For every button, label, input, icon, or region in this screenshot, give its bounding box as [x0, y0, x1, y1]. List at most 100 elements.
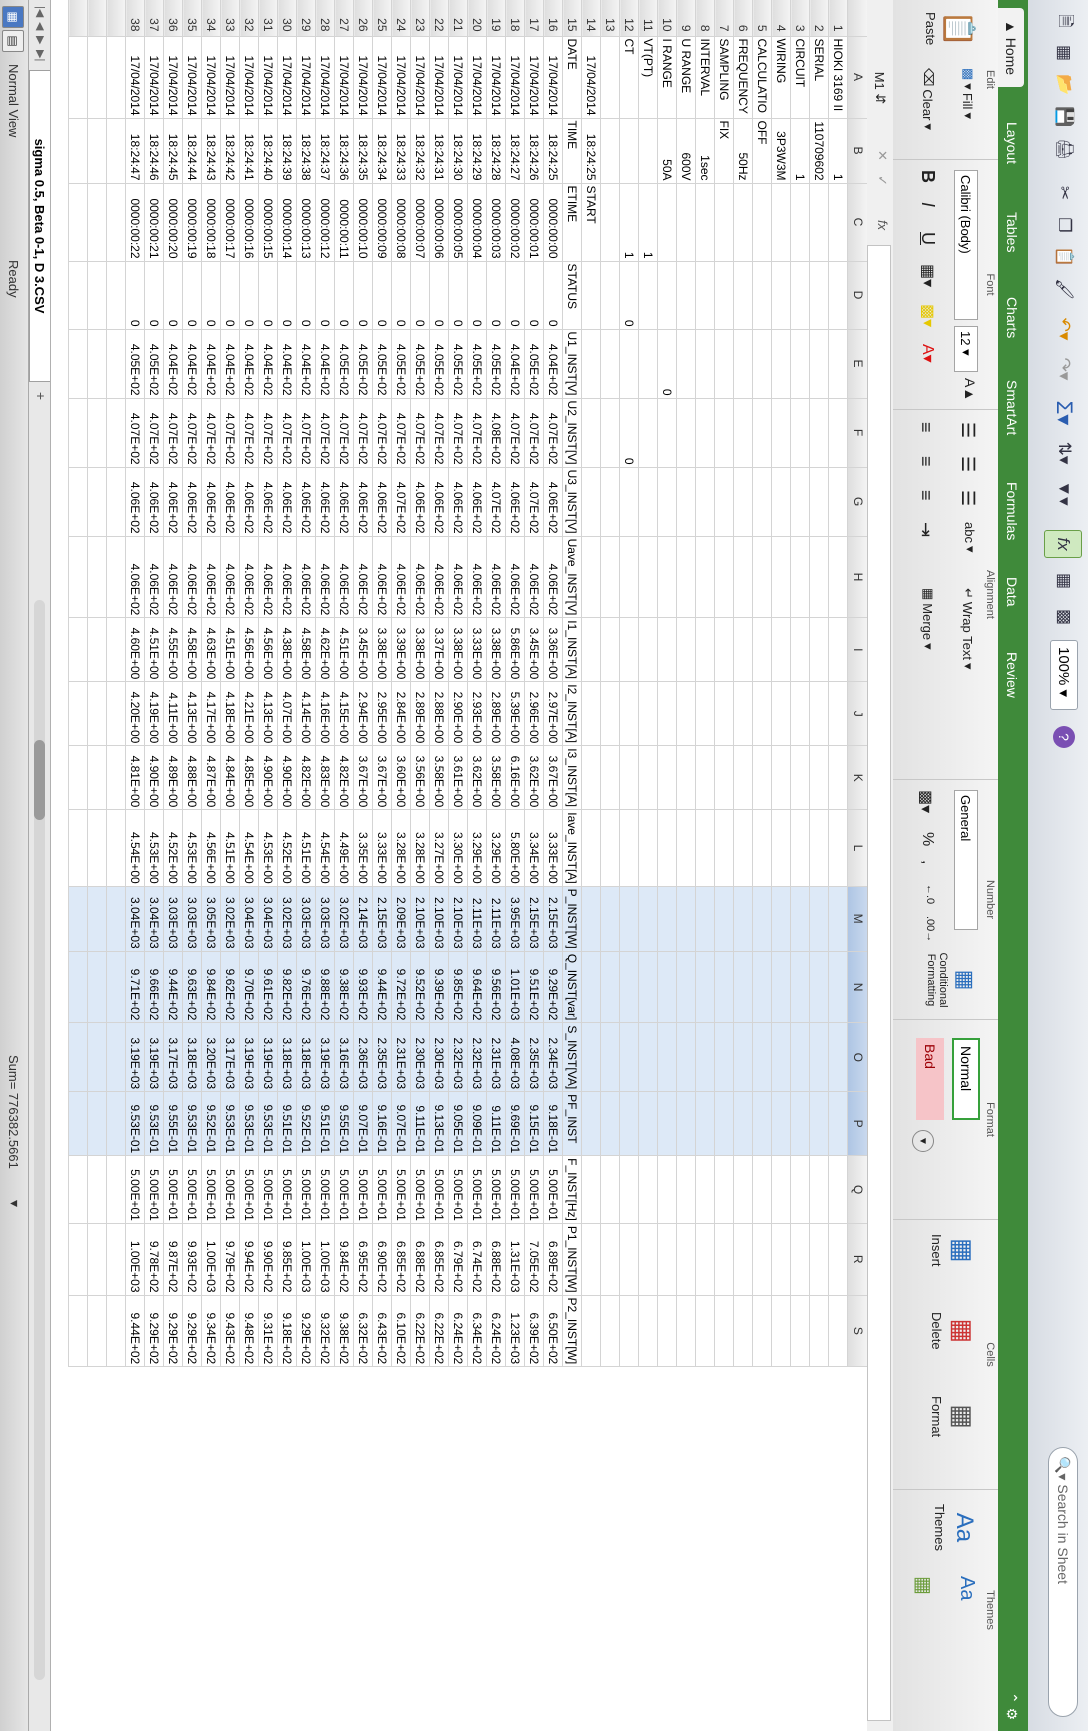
- cell[interactable]: [582, 951, 601, 1023]
- cell[interactable]: 6.88E+02: [411, 1223, 430, 1296]
- row-header[interactable]: 17: [525, 0, 544, 36]
- cell[interactable]: [677, 809, 696, 887]
- cell[interactable]: DATE: [563, 36, 582, 118]
- cell[interactable]: 4.87E+00: [202, 745, 221, 810]
- cell[interactable]: 4.38E+00: [278, 617, 297, 682]
- cell[interactable]: 9.64E+02: [468, 951, 487, 1023]
- cell[interactable]: [107, 1091, 126, 1156]
- cell[interactable]: [772, 398, 791, 468]
- cell[interactable]: 9.85E+02: [449, 951, 468, 1023]
- gallery-icon[interactable]: ▦: [1046, 568, 1082, 594]
- cell[interactable]: 0000:00:10: [354, 183, 373, 261]
- cell[interactable]: 4.90E+00: [259, 745, 278, 810]
- cell[interactable]: SAMPLING: [715, 36, 734, 118]
- cell[interactable]: [829, 681, 848, 746]
- cell[interactable]: 4.90E+00: [278, 745, 297, 810]
- cell[interactable]: 4.54E+00: [126, 809, 145, 887]
- cell[interactable]: [88, 536, 107, 618]
- cell[interactable]: 3.19E+03: [240, 1022, 259, 1092]
- row-header[interactable]: 32: [240, 0, 259, 36]
- cell[interactable]: 2.84E+00: [392, 681, 411, 746]
- cell[interactable]: 2.09E+03: [392, 886, 411, 952]
- cell[interactable]: [810, 1022, 829, 1092]
- cell[interactable]: 1: [791, 118, 810, 183]
- cell[interactable]: [810, 261, 829, 329]
- cell[interactable]: [88, 617, 107, 682]
- cell[interactable]: 17/04/2014: [221, 36, 240, 118]
- cell[interactable]: 18:24:47: [126, 118, 145, 183]
- sort-icon[interactable]: ⇅▾: [1046, 440, 1082, 466]
- cell[interactable]: 4.06E+02: [354, 467, 373, 537]
- function-icon[interactable]: fx: [1044, 530, 1082, 558]
- cell[interactable]: [696, 681, 715, 746]
- column-header[interactable]: F: [848, 398, 867, 468]
- cell[interactable]: [677, 183, 696, 261]
- cell[interactable]: 4.54E+00: [316, 809, 335, 887]
- cell[interactable]: 0: [373, 261, 392, 329]
- cell[interactable]: 2.89E+00: [487, 681, 506, 746]
- cell[interactable]: [639, 951, 658, 1023]
- increase-font-icon[interactable]: A▲: [962, 378, 978, 401]
- cell[interactable]: 2.36E+03: [354, 1022, 373, 1092]
- cell[interactable]: [69, 745, 88, 810]
- cell[interactable]: [753, 617, 772, 682]
- cell[interactable]: 9.29E+02: [297, 1295, 316, 1367]
- cell[interactable]: [601, 1223, 620, 1296]
- cell[interactable]: 4.21E+00: [240, 681, 259, 746]
- cell[interactable]: 4.90E+00: [145, 745, 164, 810]
- redo-icon[interactable]: ↷▾: [1046, 356, 1082, 382]
- cell[interactable]: 9.51E+02: [525, 951, 544, 1023]
- cell[interactable]: [677, 398, 696, 468]
- ribbon-options-icon[interactable]: ⌃ ⚙: [1001, 1680, 1023, 1731]
- cell[interactable]: 4.04E+02: [183, 329, 202, 399]
- cell[interactable]: 4.11E+00: [164, 681, 183, 746]
- cell[interactable]: [753, 329, 772, 399]
- cell[interactable]: 4.05E+02: [392, 329, 411, 399]
- cell[interactable]: 0000:00:02: [506, 183, 525, 261]
- cell[interactable]: 4.60E+00: [126, 617, 145, 682]
- cell[interactable]: 3.33E+00: [468, 617, 487, 682]
- row-header[interactable]: 36: [164, 0, 183, 36]
- cell[interactable]: [69, 398, 88, 468]
- cell[interactable]: [88, 1295, 107, 1367]
- number-format-select[interactable]: General: [954, 790, 978, 930]
- cell[interactable]: [715, 886, 734, 952]
- cell[interactable]: [107, 745, 126, 810]
- cell[interactable]: 9.93E+02: [354, 951, 373, 1023]
- cell[interactable]: 4.07E+02: [354, 398, 373, 468]
- cell[interactable]: [810, 951, 829, 1023]
- first-sheet-icon[interactable]: |◀: [34, 6, 47, 17]
- cell[interactable]: 3.04E+03: [240, 886, 259, 952]
- cell[interactable]: 2.15E+03: [525, 886, 544, 952]
- cell[interactable]: 9.44E+02: [164, 951, 183, 1023]
- cell[interactable]: 5.00E+01: [164, 1155, 183, 1224]
- merge-button[interactable]: ▦ Merge ▾: [920, 588, 937, 650]
- cell[interactable]: [791, 183, 810, 261]
- cell[interactable]: [639, 536, 658, 618]
- cell[interactable]: [677, 1091, 696, 1156]
- cell[interactable]: [69, 1022, 88, 1092]
- cell[interactable]: 4.06E+02: [449, 536, 468, 618]
- cell[interactable]: P2_INST[W]: [563, 1295, 582, 1367]
- cell[interactable]: [734, 745, 753, 810]
- italic-button[interactable]: I: [917, 202, 938, 207]
- cell[interactable]: 4.04E+02: [316, 329, 335, 399]
- cell[interactable]: [810, 745, 829, 810]
- cell[interactable]: [69, 467, 88, 537]
- cell[interactable]: [620, 536, 639, 618]
- cell[interactable]: 6.74E+02: [468, 1223, 487, 1296]
- cell[interactable]: 5.00E+01: [335, 1155, 354, 1224]
- cell[interactable]: 9.51E-01: [278, 1091, 297, 1156]
- cell[interactable]: [88, 183, 107, 261]
- cell[interactable]: 9.53E-01: [126, 1091, 145, 1156]
- cell[interactable]: 9.44E+02: [126, 1295, 145, 1367]
- cell[interactable]: [69, 951, 88, 1023]
- cell[interactable]: 5.80E+00: [506, 809, 525, 887]
- cell[interactable]: 2.35E+03: [373, 1022, 392, 1092]
- cell[interactable]: [582, 536, 601, 618]
- cell[interactable]: [658, 886, 677, 952]
- cell[interactable]: 4.06E+02: [126, 536, 145, 618]
- cell[interactable]: 4.06E+02: [164, 467, 183, 537]
- cell[interactable]: 1.01E+03: [506, 951, 525, 1023]
- cell[interactable]: 0: [468, 261, 487, 329]
